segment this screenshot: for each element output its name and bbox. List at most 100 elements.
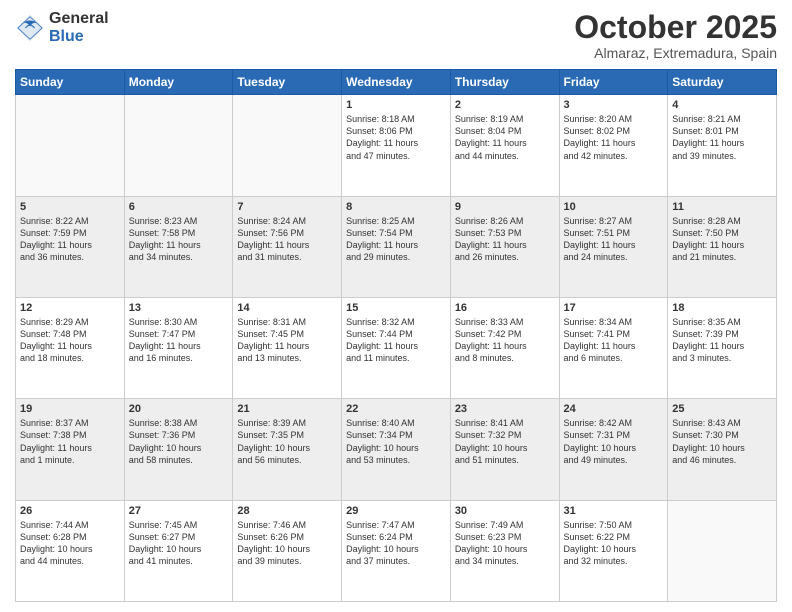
header-friday: Friday <box>559 70 668 95</box>
day-number: 4 <box>672 99 772 111</box>
day-info: Sunrise: 7:50 AM Sunset: 6:22 PM Dayligh… <box>564 519 664 568</box>
calendar-cell: 13Sunrise: 8:30 AM Sunset: 7:47 PM Dayli… <box>124 297 233 398</box>
header: General Blue October 2025 Almaraz, Extre… <box>15 10 777 61</box>
day-info: Sunrise: 8:24 AM Sunset: 7:56 PM Dayligh… <box>237 215 337 264</box>
calendar-cell: 19Sunrise: 8:37 AM Sunset: 7:38 PM Dayli… <box>16 399 125 500</box>
calendar-cell: 6Sunrise: 8:23 AM Sunset: 7:58 PM Daylig… <box>124 196 233 297</box>
header-thursday: Thursday <box>450 70 559 95</box>
logo: General Blue <box>15 10 109 45</box>
day-info: Sunrise: 7:45 AM Sunset: 6:27 PM Dayligh… <box>129 519 229 568</box>
day-info: Sunrise: 8:42 AM Sunset: 7:31 PM Dayligh… <box>564 417 664 466</box>
day-info: Sunrise: 8:34 AM Sunset: 7:41 PM Dayligh… <box>564 316 664 365</box>
calendar-cell: 2Sunrise: 8:19 AM Sunset: 8:04 PM Daylig… <box>450 95 559 196</box>
day-number: 31 <box>564 505 664 517</box>
calendar-cell <box>124 95 233 196</box>
day-number: 7 <box>237 201 337 213</box>
calendar-cell: 11Sunrise: 8:28 AM Sunset: 7:50 PM Dayli… <box>668 196 777 297</box>
day-info: Sunrise: 8:43 AM Sunset: 7:30 PM Dayligh… <box>672 417 772 466</box>
day-number: 16 <box>455 302 555 314</box>
day-info: Sunrise: 8:40 AM Sunset: 7:34 PM Dayligh… <box>346 417 446 466</box>
day-number: 21 <box>237 403 337 415</box>
day-info: Sunrise: 8:26 AM Sunset: 7:53 PM Dayligh… <box>455 215 555 264</box>
calendar-cell: 28 Sunrise: 7:46 AM Sunset: 6:26 PM Dayli… <box>233 500 342 601</box>
day-number: 27 <box>129 505 229 517</box>
day-info: Sunrise: 8:22 AM Sunset: 7:59 PM Dayligh… <box>20 215 120 264</box>
calendar-cell: 15Sunrise: 8:32 AM Sunset: 7:44 PM Dayli… <box>342 297 451 398</box>
day-number: 28 <box>237 505 337 517</box>
calendar-cell: 18 Sunrise: 8:35 AM Sunset: 7:39 PM Dayli… <box>668 297 777 398</box>
day-number: 8 <box>346 201 446 213</box>
header-wednesday: Wednesday <box>342 70 451 95</box>
calendar-cell: 3 Sunrise: 8:20 AM Sunset: 8:02 PM Daylig… <box>559 95 668 196</box>
calendar-cell: 22 Sunrise: 8:40 AM Sunset: 7:34 PM Dayli… <box>342 399 451 500</box>
day-number: 19 <box>20 403 120 415</box>
day-info: Sunrise: 8:35 AM Sunset: 7:39 PM Dayligh… <box>672 316 772 365</box>
calendar-cell: 16 Sunrise: 8:33 AM Sunset: 7:42 PM Dayli… <box>450 297 559 398</box>
day-number: 14 <box>237 302 337 314</box>
logo-blue: Blue <box>49 28 109 46</box>
day-number: 26 <box>20 505 120 517</box>
day-info: Sunrise: 8:41 AM Sunset: 7:32 PM Dayligh… <box>455 417 555 466</box>
day-info: Sunrise: 8:31 AM Sunset: 7:45 PM Dayligh… <box>237 316 337 365</box>
day-info: Sunrise: 8:23 AM Sunset: 7:58 PM Dayligh… <box>129 215 229 264</box>
day-info: Sunrise: 7:49 AM Sunset: 6:23 PM Dayligh… <box>455 519 555 568</box>
header-monday: Monday <box>124 70 233 95</box>
day-number: 25 <box>672 403 772 415</box>
calendar-cell: 12Sunrise: 8:29 AM Sunset: 7:48 PM Dayli… <box>16 297 125 398</box>
day-info: Sunrise: 8:18 AM Sunset: 8:06 PM Dayligh… <box>346 113 446 162</box>
day-number: 9 <box>455 201 555 213</box>
day-number: 30 <box>455 505 555 517</box>
calendar-cell: 10Sunrise: 8:27 AM Sunset: 7:51 PM Dayli… <box>559 196 668 297</box>
day-number: 22 <box>346 403 446 415</box>
day-number: 20 <box>129 403 229 415</box>
day-number: 11 <box>672 201 772 213</box>
logo-icon <box>15 13 45 43</box>
day-number: 18 <box>672 302 772 314</box>
day-info: Sunrise: 8:39 AM Sunset: 7:35 PM Dayligh… <box>237 417 337 466</box>
day-info: Sunrise: 8:20 AM Sunset: 8:02 PM Dayligh… <box>564 113 664 162</box>
day-info: Sunrise: 8:32 AM Sunset: 7:44 PM Dayligh… <box>346 316 446 365</box>
day-number: 2 <box>455 99 555 111</box>
calendar-week-3: 12Sunrise: 8:29 AM Sunset: 7:48 PM Dayli… <box>16 297 777 398</box>
day-info: Sunrise: 8:27 AM Sunset: 7:51 PM Dayligh… <box>564 215 664 264</box>
calendar-cell <box>16 95 125 196</box>
calendar-cell: 21 Sunrise: 8:39 AM Sunset: 7:35 PM Dayli… <box>233 399 342 500</box>
day-number: 1 <box>346 99 446 111</box>
calendar-cell: 24 Sunrise: 8:42 AM Sunset: 7:31 PM Dayli… <box>559 399 668 500</box>
day-info: Sunrise: 8:25 AM Sunset: 7:54 PM Dayligh… <box>346 215 446 264</box>
calendar-cell: 25 Sunrise: 8:43 AM Sunset: 7:30 PM Dayli… <box>668 399 777 500</box>
title-block: October 2025 Almaraz, Extremadura, Spain <box>574 10 777 61</box>
day-info: Sunrise: 8:21 AM Sunset: 8:01 PM Dayligh… <box>672 113 772 162</box>
calendar-cell: 31 Sunrise: 7:50 AM Sunset: 6:22 PM Dayli… <box>559 500 668 601</box>
day-info: Sunrise: 7:47 AM Sunset: 6:24 PM Dayligh… <box>346 519 446 568</box>
calendar-cell: 30 Sunrise: 7:49 AM Sunset: 6:23 PM Dayli… <box>450 500 559 601</box>
day-number: 5 <box>20 201 120 213</box>
day-number: 24 <box>564 403 664 415</box>
day-info: Sunrise: 7:44 AM Sunset: 6:28 PM Dayligh… <box>20 519 120 568</box>
month-title: October 2025 <box>574 10 777 45</box>
day-info: Sunrise: 8:33 AM Sunset: 7:42 PM Dayligh… <box>455 316 555 365</box>
day-info: Sunrise: 7:46 AM Sunset: 6:26 PM Dayligh… <box>237 519 337 568</box>
day-number: 29 <box>346 505 446 517</box>
logo-general: General <box>49 10 109 28</box>
day-number: 23 <box>455 403 555 415</box>
calendar-cell: 23 Sunrise: 8:41 AM Sunset: 7:32 PM Dayli… <box>450 399 559 500</box>
calendar-table: Sunday Monday Tuesday Wednesday Thursday… <box>15 69 777 602</box>
calendar-week-2: 5 Sunrise: 8:22 AM Sunset: 7:59 PM Daylig… <box>16 196 777 297</box>
calendar-cell: 14 Sunrise: 8:31 AM Sunset: 7:45 PM Dayli… <box>233 297 342 398</box>
day-number: 17 <box>564 302 664 314</box>
calendar-cell: 5 Sunrise: 8:22 AM Sunset: 7:59 PM Daylig… <box>16 196 125 297</box>
location: Almaraz, Extremadura, Spain <box>574 45 777 61</box>
page: General Blue October 2025 Almaraz, Extre… <box>0 0 792 612</box>
header-sunday: Sunday <box>16 70 125 95</box>
day-info: Sunrise: 8:30 AM Sunset: 7:47 PM Dayligh… <box>129 316 229 365</box>
calendar-cell: 1 Sunrise: 8:18 AM Sunset: 8:06 PM Daylig… <box>342 95 451 196</box>
day-info: Sunrise: 8:29 AM Sunset: 7:48 PM Dayligh… <box>20 316 120 365</box>
calendar-cell: 8 Sunrise: 8:25 AM Sunset: 7:54 PM Daylig… <box>342 196 451 297</box>
calendar-cell: 27 Sunrise: 7:45 AM Sunset: 6:27 PM Dayli… <box>124 500 233 601</box>
day-number: 3 <box>564 99 664 111</box>
calendar-cell: 7 Sunrise: 8:24 AM Sunset: 7:56 PM Daylig… <box>233 196 342 297</box>
calendar-cell: 9 Sunrise: 8:26 AM Sunset: 7:53 PM Daylig… <box>450 196 559 297</box>
calendar-cell: 26 Sunrise: 7:44 AM Sunset: 6:28 PM Dayli… <box>16 500 125 601</box>
calendar-week-4: 19Sunrise: 8:37 AM Sunset: 7:38 PM Dayli… <box>16 399 777 500</box>
